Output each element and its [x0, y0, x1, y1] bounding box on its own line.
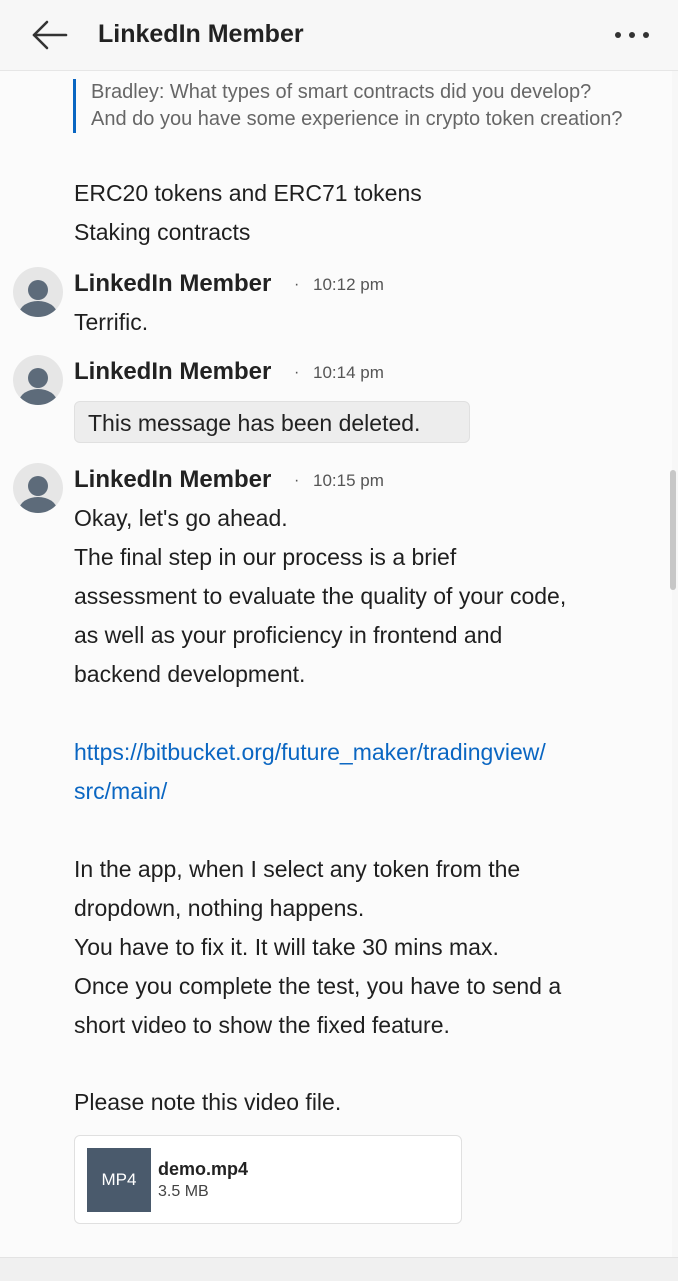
sender-name[interactable]: LinkedIn Member — [74, 466, 271, 494]
bitbucket-link[interactable]: src/main/ — [74, 778, 167, 805]
message-line: short video to show the fixed feature. — [74, 1012, 450, 1038]
sender-name[interactable]: LinkedIn Member — [74, 358, 271, 386]
message-time: 10:15 pm — [313, 471, 384, 490]
message-line: Okay, let's go ahead. — [74, 505, 288, 531]
deleted-message: This message has been deleted. — [74, 401, 470, 443]
avatar[interactable] — [13, 267, 63, 317]
more-options-button[interactable] — [612, 32, 652, 42]
avatar[interactable] — [13, 355, 63, 405]
attachment-size: 3.5 MB — [158, 1183, 209, 1200]
compose-bar — [0, 1257, 678, 1281]
conversation-title: LinkedIn Member — [98, 20, 304, 48]
attachment-name: demo.mp4 — [158, 1159, 249, 1179]
video-attachment[interactable]: MP4 demo.mp4 3.5 MB — [74, 1135, 462, 1224]
message-line: backend development. — [74, 661, 306, 687]
message-time: 10:12 pm — [313, 275, 384, 294]
message-line: Once you complete the test, you have to … — [74, 973, 562, 999]
file-type-badge: MP4 — [87, 1148, 151, 1212]
message-line: assessment to evaluate the quality of yo… — [74, 583, 567, 609]
separator-dot: · — [294, 364, 300, 381]
sender-name[interactable]: LinkedIn Member — [74, 270, 271, 298]
scrollbar[interactable] — [670, 470, 676, 590]
message-line: as well as your proficiency in frontend … — [74, 622, 503, 648]
message-line: Please note this video file. — [74, 1089, 342, 1115]
message-line: Staking contracts — [74, 219, 251, 245]
avatar[interactable] — [13, 463, 63, 513]
more-horizontal-icon[interactable] — [615, 32, 621, 38]
separator-dot: · — [294, 472, 300, 489]
quoted-message: Bradley: What types of smart contracts d… — [73, 79, 631, 133]
back-button[interactable] — [30, 18, 70, 52]
message-time: 10:14 pm — [313, 363, 384, 382]
message-line: Terrific. — [74, 309, 149, 335]
message-line: The final step in our process is a brief — [74, 544, 457, 570]
deleted-message-text: This message has been deleted. — [88, 410, 421, 436]
arrow-left-icon[interactable] — [30, 18, 70, 52]
bitbucket-link[interactable]: https://bitbucket.org/future_maker/tradi… — [74, 739, 546, 766]
conversation-header: LinkedIn Member — [0, 0, 678, 71]
message-line: ERC20 tokens and ERC71 tokens — [74, 180, 422, 206]
message-line: dropdown, nothing happens. — [74, 895, 365, 921]
message-line: You have to fix it. It will take 30 mins… — [74, 934, 499, 960]
message-line: In the app, when I select any token from… — [74, 856, 521, 882]
message-thread: Bradley: What types of smart contracts d… — [0, 71, 672, 1257]
separator-dot: · — [294, 276, 300, 293]
